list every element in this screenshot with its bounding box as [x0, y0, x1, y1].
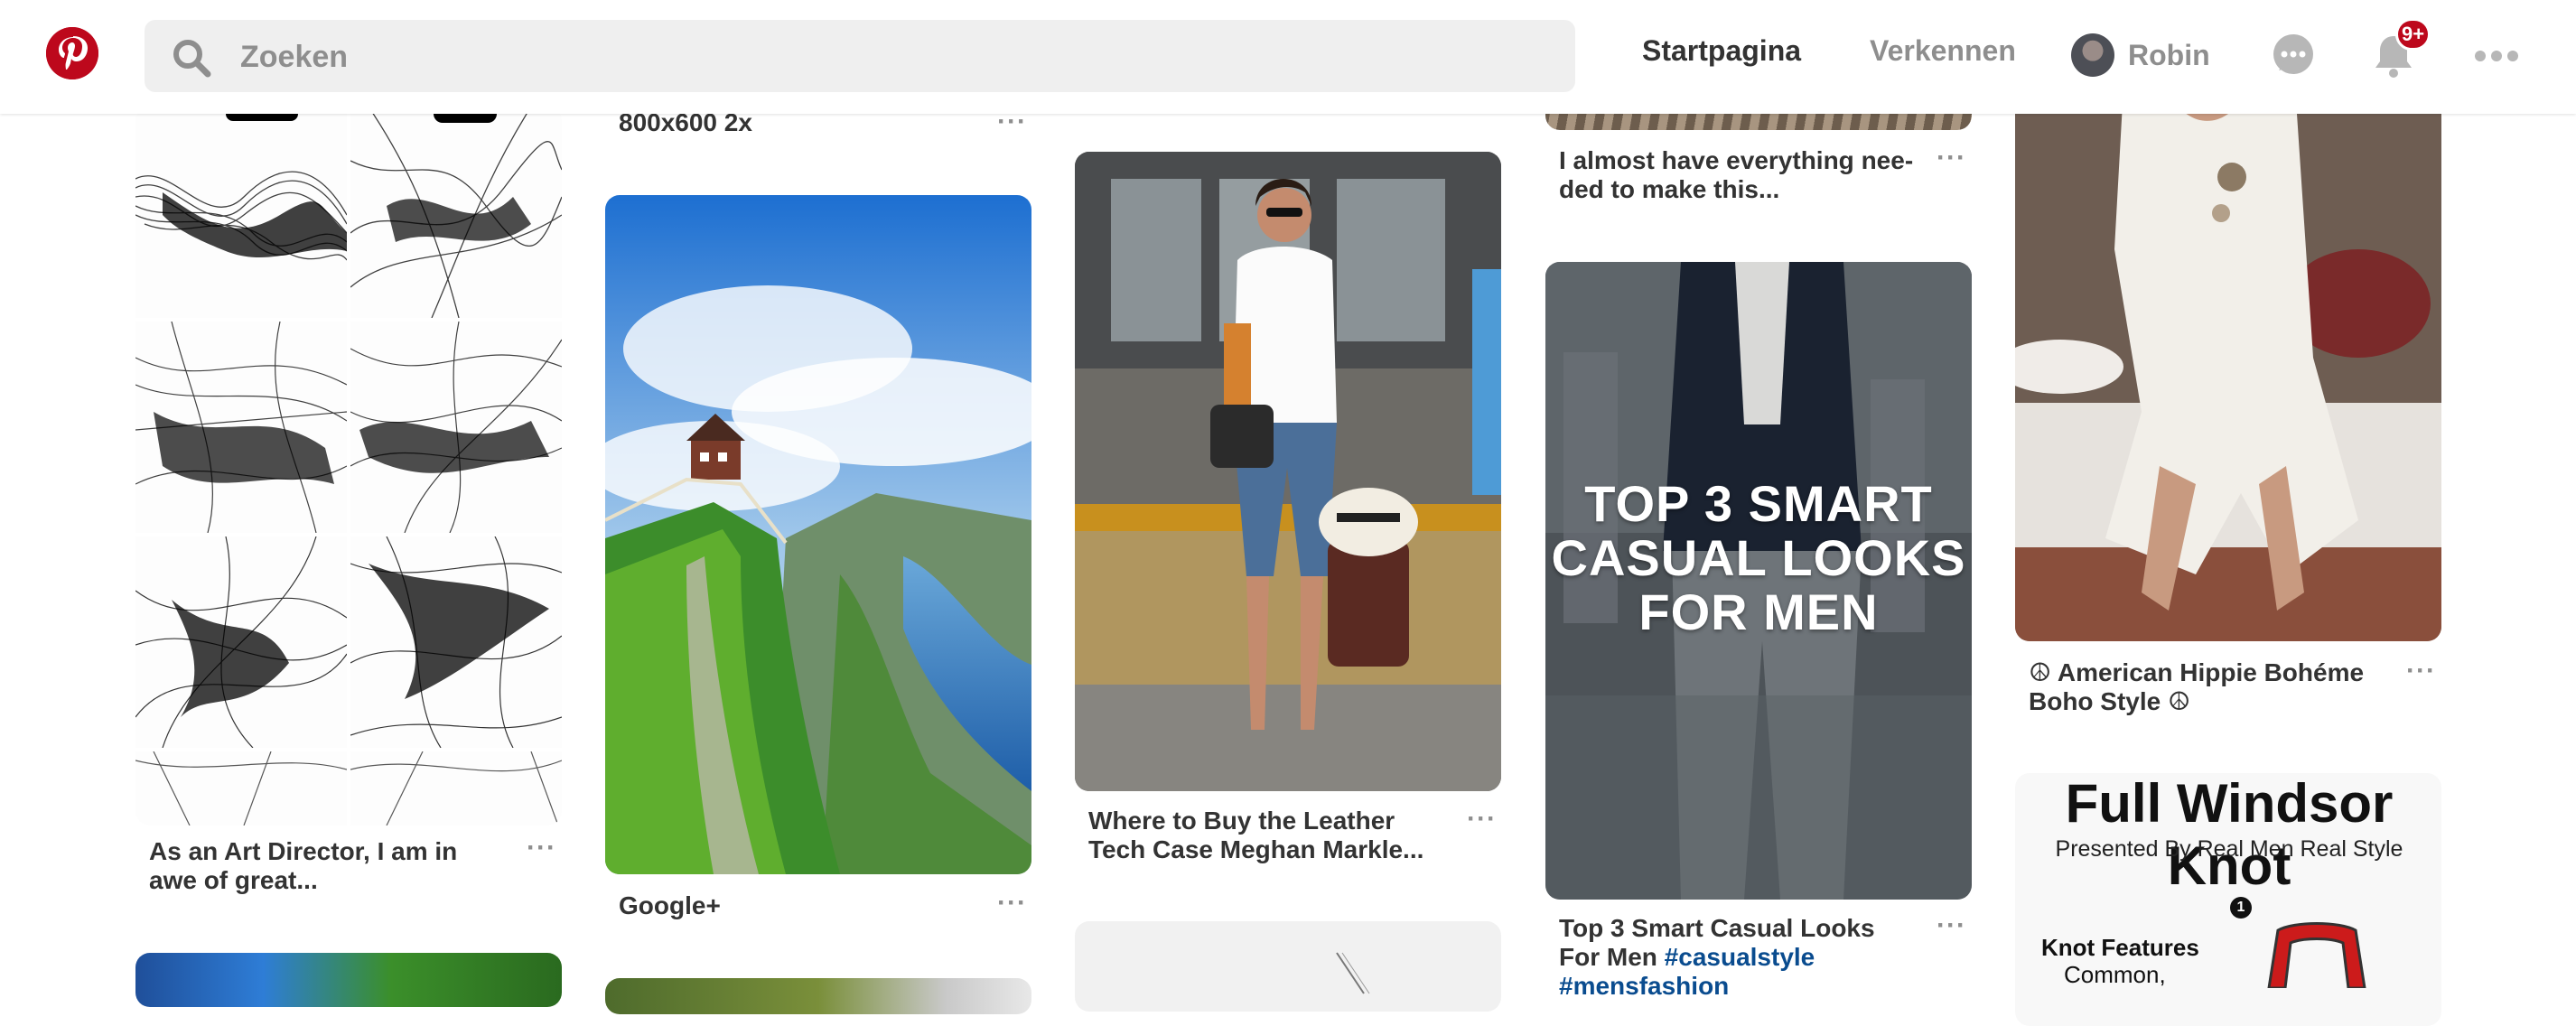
mosaic-tile — [135, 536, 347, 748]
pin-more-icon[interactable]: ··· — [1937, 143, 1966, 173]
pin-caption[interactable]: ☮ American Hippie Bohéme Boho Style ☮ — [2029, 658, 2372, 716]
search-icon — [173, 40, 211, 78]
search-bar[interactable] — [145, 20, 1575, 94]
pin-more-icon[interactable]: ··· — [1937, 910, 1966, 941]
chat-icon[interactable] — [2268, 31, 2319, 81]
notification-badge: 9+ — [2395, 18, 2431, 51]
mosaic-tile — [350, 536, 562, 748]
pin-caption[interactable]: Google+ — [619, 891, 721, 920]
pin-more-icon[interactable]: ··· — [2406, 656, 2436, 686]
more-icon[interactable] — [2471, 31, 2522, 81]
pin-caption[interactable]: As an Art Director, I am in awe of great… — [149, 837, 510, 895]
mosaic-tile — [135, 107, 347, 318]
mosaic-tile — [350, 107, 562, 318]
pin-image-boho-style[interactable] — [2015, 87, 2441, 641]
user-name: Robin — [2128, 38, 2210, 71]
knot-common-label: Common, — [2064, 961, 2166, 988]
pin-image-mountain-landscape[interactable] — [605, 195, 1031, 874]
mosaic-tile — [135, 322, 347, 533]
pinterest-logo-icon[interactable] — [46, 27, 98, 79]
pin-more-icon[interactable]: ··· — [997, 888, 1027, 919]
step-number: 1 — [2230, 897, 2252, 919]
pin-image[interactable] — [605, 978, 1031, 1014]
pin-more-icon[interactable]: ··· — [1467, 804, 1497, 835]
previous-pin-crop — [135, 114, 562, 134]
necktie-illustration — [2267, 922, 2366, 988]
pin-image-wireframe-art[interactable] — [135, 107, 562, 825]
pin-image[interactable] — [1075, 921, 1501, 1012]
pin-more-icon[interactable]: ··· — [527, 833, 556, 863]
search-input[interactable] — [238, 20, 1507, 94]
mosaic-tile — [135, 751, 347, 825]
infographic-subtitle: Presented By Real Men Real Style — [2055, 836, 2403, 862]
pin-caption[interactable]: I almost have everything nee-ded to make… — [1559, 146, 1920, 204]
mosaic-tile — [350, 751, 562, 825]
profile-link[interactable]: Robin — [2071, 33, 2210, 78]
knot-features-label: Knot Features — [2041, 934, 2199, 961]
pin-image[interactable] — [135, 953, 562, 1007]
nav-home-link[interactable]: Startpagina — [1642, 34, 1801, 68]
avatar — [2071, 33, 2114, 77]
pin-caption[interactable]: Where to Buy the Leather Tech Case Megha… — [1088, 807, 1441, 864]
top-navigation-bar: Startpagina Verkennen Robin 9+ — [0, 0, 2576, 114]
infographic-title: Full Windsor Knot — [2065, 773, 2394, 896]
pin-image-airport-fashion[interactable] — [1075, 152, 1501, 791]
pin-overlay-title: TOP 3 SMART CASUAL LOOKS FOR MEN — [1551, 475, 1966, 640]
nav-explore-link[interactable]: Verkennen — [1870, 34, 2016, 68]
mosaic-tile — [350, 322, 562, 533]
